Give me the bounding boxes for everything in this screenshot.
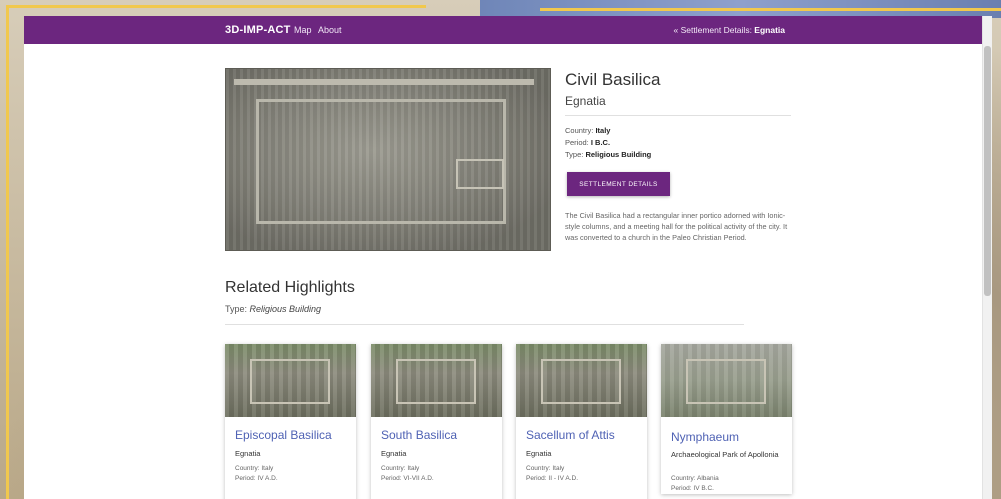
scrollbar-thumb[interactable] (984, 46, 991, 296)
settlement-details-button[interactable]: SETTLEMENT DETAILS (567, 172, 670, 196)
card-settlement: Egnatia (381, 449, 407, 458)
nav-link-about[interactable]: About (318, 25, 342, 35)
navbar: 3D-IMP-ACT Map About « Settlement Detail… (24, 16, 983, 44)
country-value: Italy (595, 126, 611, 135)
related-highlights-title: Related Highlights (225, 279, 355, 296)
card-settlement: Archaeological Park of Apollonia (671, 450, 779, 459)
photo-detail (456, 159, 504, 189)
photo-detail (541, 359, 621, 404)
monument-type: Type: Religious Building (565, 150, 651, 159)
related-type-value: Religious Building (249, 304, 322, 314)
period-value: I B.C. (590, 138, 611, 147)
photo-detail (686, 359, 766, 404)
card-period: Period: VI-VII A.D. (381, 475, 434, 482)
card-image (661, 344, 792, 417)
nav-link-map[interactable]: Map (294, 25, 312, 35)
card-country: Country: Italy (381, 465, 420, 472)
brand-logo[interactable]: 3D-IMP-ACT (225, 24, 291, 36)
country-label: Country: (565, 126, 596, 135)
card-settlement: Egnatia (235, 449, 261, 458)
frame-top-line (6, 5, 426, 8)
card-title[interactable]: Episcopal Basilica (235, 428, 332, 442)
card-image (371, 344, 502, 417)
card-image (516, 344, 647, 417)
frame-right-line (540, 8, 1001, 11)
breadcrumb-prefix: « Settlement Details: (673, 25, 755, 35)
monument-photo (225, 68, 551, 251)
related-type-label: Type: (225, 304, 250, 314)
photo-detail (234, 79, 534, 85)
card-period: Period: II - IV A.D. (526, 475, 579, 482)
card-country: Country: Italy (235, 465, 274, 472)
type-value: Religious Building (585, 150, 652, 159)
highlight-card[interactable]: Sacellum of Attis Egnatia Country: Italy… (516, 344, 647, 499)
monument-country: Country: Italy (565, 126, 610, 135)
browser-page: 3D-IMP-ACT Map About « Settlement Detail… (24, 16, 992, 499)
card-title[interactable]: South Basilica (381, 428, 457, 442)
page-scrollbar[interactable] (982, 16, 992, 499)
card-image (225, 344, 356, 417)
card-period: Period: IV A.D. (235, 475, 278, 482)
divider (225, 324, 744, 325)
card-country: Country: Italy (526, 465, 565, 472)
highlight-card[interactable]: Nymphaeum Archaeological Park of Apollon… (661, 344, 792, 494)
card-title[interactable]: Nymphaeum (671, 430, 739, 444)
period-label: Period: (565, 138, 591, 147)
photo-detail (250, 359, 330, 404)
monument-period: Period: I B.C. (565, 138, 610, 147)
card-title[interactable]: Sacellum of Attis (526, 428, 615, 442)
card-settlement: Egnatia (526, 449, 552, 458)
highlight-card[interactable]: Episcopal Basilica Egnatia Country: Ital… (225, 344, 356, 499)
related-type: Type: Religious Building (225, 304, 321, 314)
card-period: Period: IV B.C. (671, 485, 714, 492)
monument-title: Civil Basilica (565, 70, 661, 89)
monument-description: The Civil Basilica had a rectangular inn… (565, 211, 788, 242)
frame-left-line (6, 5, 9, 499)
settlement-breadcrumb[interactable]: « Settlement Details: Egnatia (674, 25, 786, 35)
photo-detail (396, 359, 476, 404)
divider (565, 115, 791, 116)
type-label: Type: (565, 150, 586, 159)
breadcrumb-name: Egnatia (754, 25, 785, 35)
monument-settlement: Egnatia (565, 94, 606, 108)
highlight-card[interactable]: South Basilica Egnatia Country: Italy Pe… (371, 344, 502, 499)
card-country: Country: Albania (671, 475, 719, 482)
